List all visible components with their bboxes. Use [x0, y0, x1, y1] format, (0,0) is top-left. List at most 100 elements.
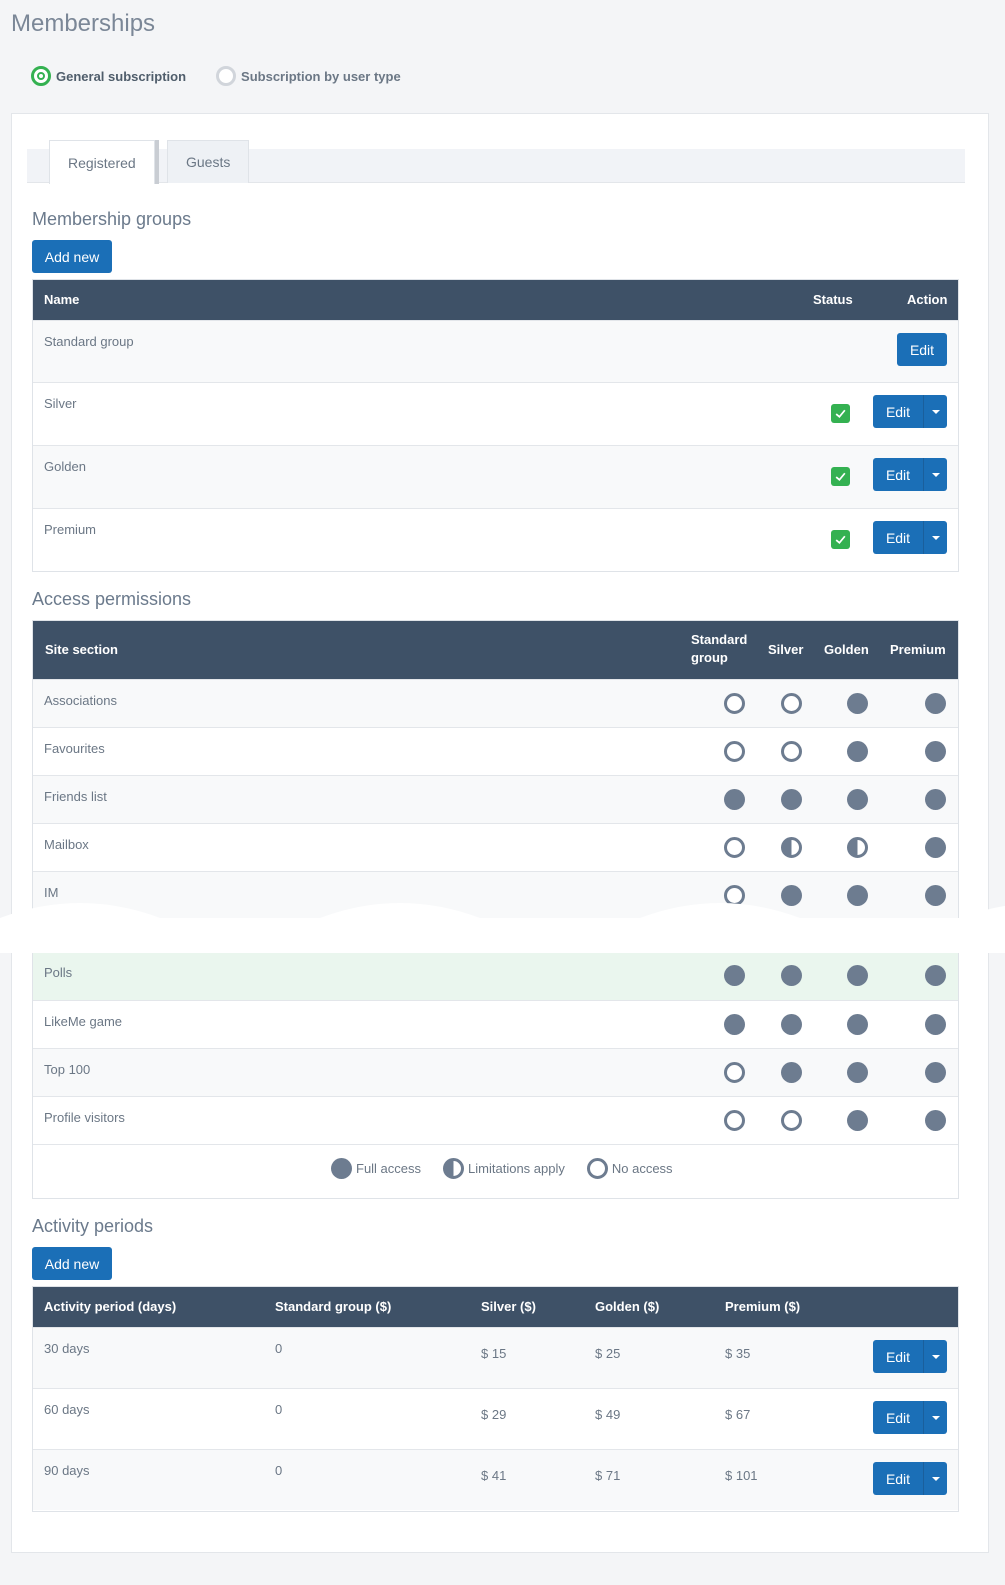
period-silver-value: $ 29: [481, 1407, 507, 1422]
no-access-icon[interactable]: [724, 1062, 745, 1083]
period-premium-value: $ 101: [725, 1468, 758, 1483]
limited-access-icon[interactable]: [847, 837, 868, 858]
full-access-icon[interactable]: [847, 741, 868, 762]
legend-limitations: Limitations apply: [443, 1158, 565, 1179]
memberships-panel: Registered Guests Membership groups Add …: [11, 113, 989, 1553]
column-standard-line2: group: [691, 650, 728, 665]
legend-full-label: Full access: [356, 1161, 422, 1176]
site-section-name: Friends list: [44, 789, 107, 804]
edit-button[interactable]: Edit: [873, 1462, 923, 1495]
edit-split-button: Edit: [873, 1401, 947, 1434]
dropdown-caret-icon[interactable]: [923, 458, 947, 491]
full-access-icon[interactable]: [847, 1110, 868, 1131]
edit-button[interactable]: Edit: [873, 458, 923, 491]
full-access-icon[interactable]: [847, 1014, 868, 1035]
period-period-value: 30 days: [44, 1341, 90, 1356]
dropdown-caret-icon[interactable]: [923, 1401, 947, 1434]
column-status: Status: [813, 292, 853, 307]
limited-access-icon: [443, 1158, 465, 1179]
column-premium-price: Premium ($): [725, 1299, 801, 1314]
no-access-icon[interactable]: [781, 693, 802, 714]
period-silver-value: $ 15: [481, 1346, 507, 1361]
full-access-icon[interactable]: [847, 789, 868, 810]
full-access-icon[interactable]: [781, 1062, 802, 1083]
subscription-mode-radio-group: General subscription Subscription by use…: [31, 66, 431, 86]
full-access-icon[interactable]: [724, 1014, 745, 1035]
dropdown-caret-icon[interactable]: [923, 1340, 947, 1373]
no-access-icon[interactable]: [781, 1110, 802, 1131]
radio-selected-icon: [31, 66, 51, 86]
site-section-name: Profile visitors: [44, 1110, 125, 1125]
site-section-name: Associations: [44, 693, 117, 708]
access-permissions-table-top: Site section Standard group Silver Golde…: [32, 620, 959, 920]
period-standard-value: 0: [275, 1463, 283, 1478]
full-access-icon[interactable]: [847, 1062, 868, 1083]
dropdown-caret-icon[interactable]: [923, 521, 947, 554]
legend-full-access: Full access: [331, 1158, 421, 1179]
activity-period-rows: 30 days 0 $ 15 $ 25 $ 35 Edit 60 days 0 $ 29 $ 49…: [33, 1327, 958, 1510]
edit-button[interactable]: Edit: [873, 521, 923, 554]
table-row: Silver Edit: [33, 382, 958, 445]
edit-split-button: Edit: [873, 395, 947, 428]
full-access-icon: [331, 1158, 352, 1179]
edit-button[interactable]: Edit: [873, 395, 923, 428]
full-access-icon[interactable]: [925, 741, 946, 762]
table-row: Friends list: [33, 775, 958, 823]
no-access-icon[interactable]: [724, 693, 745, 714]
full-access-icon[interactable]: [724, 965, 745, 986]
dropdown-caret-icon[interactable]: [923, 1462, 947, 1495]
edit-button[interactable]: Edit: [897, 333, 947, 366]
full-access-icon[interactable]: [925, 1014, 946, 1035]
full-access-icon[interactable]: [925, 1062, 946, 1083]
table-row: 60 days 0 $ 29 $ 49 $ 67 Edit: [33, 1388, 958, 1449]
edit-split-button: Edit: [873, 1462, 947, 1495]
no-access-icon[interactable]: [781, 741, 802, 762]
dropdown-caret-icon[interactable]: [923, 395, 947, 428]
full-access-icon[interactable]: [724, 789, 745, 810]
period-golden-value: $ 25: [595, 1346, 621, 1361]
user-type-subscription-radio[interactable]: Subscription by user type: [216, 66, 401, 86]
column-standard-price: Standard group ($): [275, 1299, 392, 1314]
limited-access-icon[interactable]: [781, 837, 802, 858]
permission-rows-bottom: Polls LikeMe game Top 100 Profile visitors: [33, 952, 958, 1144]
column-name: Name: [44, 292, 80, 307]
table-row: 90 days 0 $ 41 $ 71 $ 101 Edit: [33, 1449, 958, 1510]
full-access-icon[interactable]: [925, 1110, 946, 1131]
content-break-wave: [0, 903, 1005, 953]
edit-split-button: Edit: [873, 1340, 947, 1373]
permission-rows-top: Associations Favourites Friends list Mailbo…: [33, 679, 958, 919]
no-access-icon[interactable]: [724, 837, 745, 858]
full-access-icon[interactable]: [781, 965, 802, 986]
table-header: Site section Standard group Silver Golde…: [33, 621, 958, 679]
period-standard-value: 0: [275, 1402, 283, 1417]
full-access-icon[interactable]: [925, 965, 946, 986]
tab-registered[interactable]: Registered: [49, 140, 155, 184]
full-access-icon[interactable]: [781, 789, 802, 810]
table-row: Polls: [33, 952, 958, 1000]
edit-split-button: Edit: [873, 458, 947, 491]
access-permissions-table-bottom: Polls LikeMe game Top 100 Profile visitors …: [32, 951, 959, 1199]
full-access-icon[interactable]: [847, 693, 868, 714]
column-golden: Golden: [824, 642, 869, 657]
full-access-icon[interactable]: [925, 837, 946, 858]
full-access-icon[interactable]: [847, 965, 868, 986]
permissions-legend: Full access Limitations apply No access: [331, 1158, 695, 1179]
add-activity-period-button[interactable]: Add new: [32, 1247, 112, 1280]
legend-limit-label: Limitations apply: [468, 1161, 565, 1176]
full-access-icon[interactable]: [925, 789, 946, 810]
tab-guests[interactable]: Guests: [167, 140, 250, 183]
no-access-icon[interactable]: [724, 741, 745, 762]
table-row: LikeMe game: [33, 1000, 958, 1048]
edit-button[interactable]: Edit: [873, 1340, 923, 1373]
full-access-icon[interactable]: [925, 693, 946, 714]
edit-button[interactable]: Edit: [873, 1401, 923, 1434]
add-membership-group-button[interactable]: Add new: [32, 240, 112, 273]
period-period-value: 60 days: [44, 1402, 90, 1417]
column-action: Action: [907, 292, 948, 307]
general-subscription-radio[interactable]: General subscription: [31, 66, 186, 86]
active-check-icon: [831, 467, 850, 486]
active-check-icon: [831, 404, 850, 423]
full-access-icon[interactable]: [781, 1014, 802, 1035]
no-access-icon[interactable]: [724, 1110, 745, 1131]
table-header: Activity period (days) Standard group ($…: [33, 1287, 958, 1327]
